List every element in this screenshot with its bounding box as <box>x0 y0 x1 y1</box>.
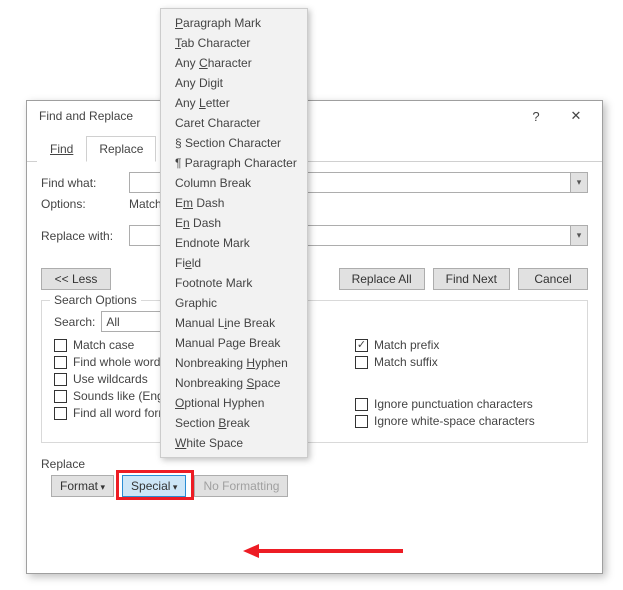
cancel-button[interactable]: Cancel <box>518 268 588 290</box>
special-menu-item[interactable]: White Space <box>161 433 307 453</box>
special-menu-item[interactable]: Graphic <box>161 293 307 313</box>
ignore-whitespace-checkbox[interactable]: Ignore white-space characters <box>355 414 575 428</box>
special-menu-item[interactable]: Nonbreaking Hyphen <box>161 353 307 373</box>
special-menu-item[interactable]: Tab Character <box>161 33 307 53</box>
special-menu-item[interactable]: En Dash <box>161 213 307 233</box>
options-label: Options: <box>41 197 123 211</box>
special-menu-item[interactable]: Endnote Mark <box>161 233 307 253</box>
special-menu-item[interactable]: Any Digit <box>161 73 307 93</box>
match-suffix-checkbox[interactable]: Match suffix <box>355 355 575 369</box>
format-button[interactable]: Format <box>51 475 114 497</box>
match-prefix-checkbox[interactable]: Match prefix <box>355 338 575 352</box>
close-button[interactable]: ✕ <box>556 102 596 130</box>
special-menu-item[interactable]: ¶ Paragraph Character <box>161 153 307 173</box>
special-menu-item[interactable]: § Section Character <box>161 133 307 153</box>
special-menu-item[interactable]: Field <box>161 253 307 273</box>
search-options-group: Search Options Search: All ▾ Match case … <box>41 300 588 443</box>
dialog-body: Find what: ▾ Options: Match Prefix Repla… <box>27 162 602 507</box>
search-direction-label: Search: <box>54 315 95 329</box>
titlebar: Find and Replace ? ✕ <box>27 101 602 131</box>
special-menu-item[interactable]: Manual Page Break <box>161 333 307 353</box>
special-menu-item[interactable]: Footnote Mark <box>161 273 307 293</box>
special-menu-item[interactable]: Column Break <box>161 173 307 193</box>
find-what-label: Find what: <box>41 176 123 190</box>
less-button[interactable]: << Less <box>41 268 111 290</box>
special-menu-item[interactable]: Section Break <box>161 413 307 433</box>
no-formatting-button[interactable]: No Formatting <box>194 475 288 497</box>
chevron-down-icon[interactable]: ▾ <box>570 226 587 245</box>
special-button[interactable]: Special <box>122 475 186 497</box>
replace-section-label: Replace <box>41 457 588 471</box>
tab-replace[interactable]: Replace <box>86 136 156 162</box>
special-menu-item[interactable]: Paragraph Mark <box>161 13 307 33</box>
replace-all-button[interactable]: Replace All <box>339 268 425 290</box>
search-options-legend: Search Options <box>50 293 141 307</box>
special-menu-item[interactable]: Caret Character <box>161 113 307 133</box>
special-menu-item[interactable]: Em Dash <box>161 193 307 213</box>
special-menu-item[interactable]: Any Letter <box>161 93 307 113</box>
chevron-down-icon[interactable]: ▾ <box>570 173 587 192</box>
special-menu-item[interactable]: Any Character <box>161 53 307 73</box>
find-next-button[interactable]: Find Next <box>433 268 510 290</box>
special-dropdown: Paragraph MarkTab CharacterAny Character… <box>160 8 308 458</box>
special-menu-item[interactable]: Nonbreaking Space <box>161 373 307 393</box>
tab-find[interactable]: Find <box>37 136 86 162</box>
special-menu-item[interactable]: Manual Line Break <box>161 313 307 333</box>
tabstrip: Find Replace Go To <box>27 135 602 162</box>
find-replace-dialog: Find and Replace ? ✕ Find Replace Go To … <box>26 100 603 574</box>
annotation-arrow <box>243 543 403 559</box>
special-menu-item[interactable]: Optional Hyphen <box>161 393 307 413</box>
ignore-punct-checkbox[interactable]: Ignore punctuation characters <box>355 397 575 411</box>
help-button[interactable]: ? <box>516 102 556 130</box>
replace-with-label: Replace with: <box>41 229 123 243</box>
